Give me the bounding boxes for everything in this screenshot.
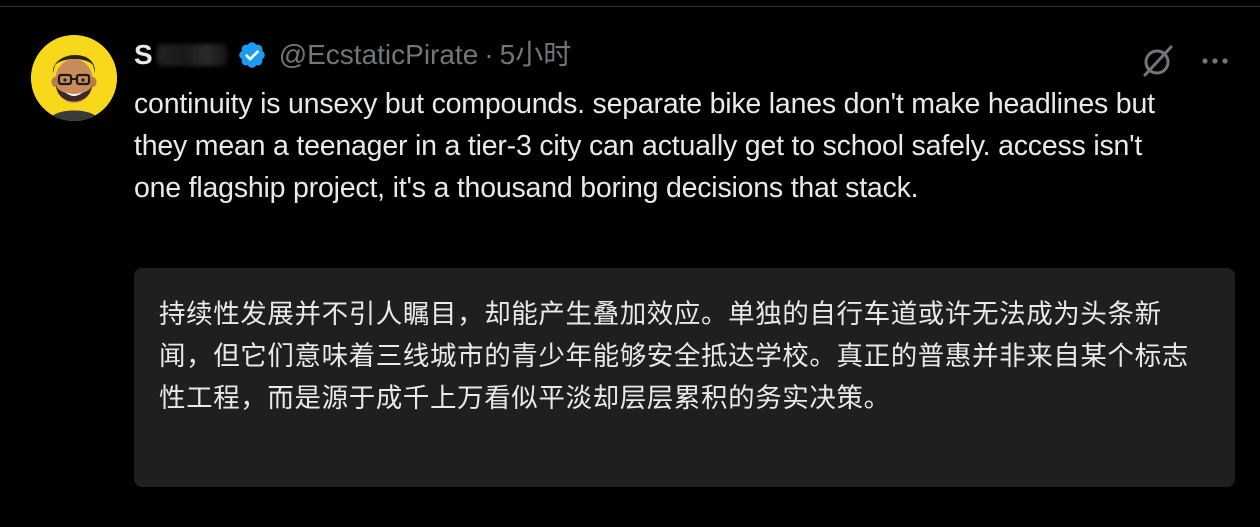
translation-card: 持续性发展并不引人瞩目，却能产生叠加效应。单独的自行车道或许无法成为头条新闻，但… [134, 268, 1235, 487]
avatar[interactable] [31, 35, 117, 121]
grok-icon[interactable] [1139, 42, 1177, 80]
user-handle[interactable]: @EcstaticPirate [279, 35, 479, 75]
more-options-icon[interactable] [1196, 42, 1234, 80]
tweet-text: continuity is unsexy but compounds. sepa… [134, 88, 1155, 204]
timestamp[interactable]: 5小时 [500, 35, 572, 75]
tweet[interactable]: S @EcstaticPirate · 5小时 continuity is un… [0, 7, 1260, 527]
display-name-redacted [156, 44, 227, 66]
display-name[interactable]: S [134, 35, 153, 75]
translation-text: 持续性发展并不引人瞩目，却能产生叠加效应。单独的自行车道或许无法成为头条新闻，但… [159, 299, 1189, 414]
separator-dot: · [484, 39, 494, 70]
avatar-illustration [31, 35, 117, 121]
verified-badge-icon[interactable] [237, 40, 267, 70]
tweet-header: S @EcstaticPirate · 5小时 [134, 35, 571, 75]
